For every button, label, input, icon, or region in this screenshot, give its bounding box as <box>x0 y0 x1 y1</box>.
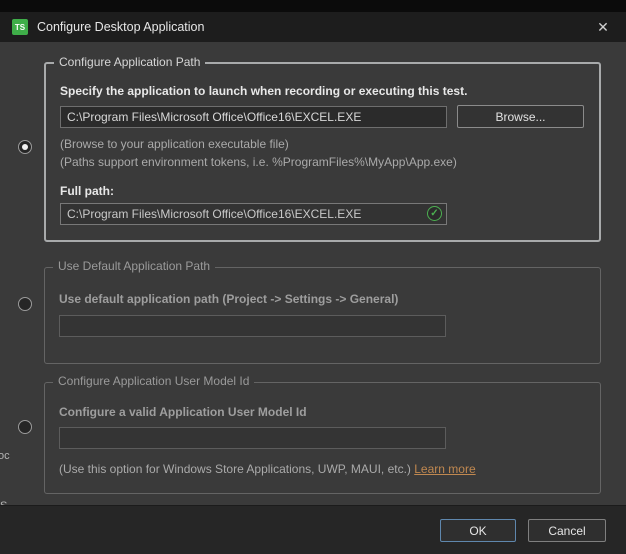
background-text-fragment: oc <box>0 450 10 462</box>
window-top-strip <box>0 0 626 12</box>
radio-configure-application-path[interactable] <box>18 140 32 154</box>
environment-tokens-hint: (Paths support environment tokens, i.e. … <box>60 155 587 169</box>
configure-desktop-application-dialog: TS Configure Desktop Application ✕ oc S … <box>0 0 626 554</box>
radio-use-default-application-path[interactable] <box>18 297 32 311</box>
browse-button[interactable]: Browse... <box>457 105 584 128</box>
windows-store-hint: (Use this option for Windows Store Appli… <box>59 462 414 476</box>
dialog-body: oc S Configure Application Path Specify … <box>0 42 626 505</box>
learn-more-link[interactable]: Learn more <box>414 462 475 476</box>
group-title-use-default-application-path: Use Default Application Path <box>53 259 215 273</box>
group-configure-application-user-model-id: Configure Application User Model Id Conf… <box>44 382 601 494</box>
group-configure-application-path: Configure Application Path Specify the a… <box>44 62 601 242</box>
user-model-id-input[interactable] <box>59 427 446 449</box>
dialog-title: Configure Desktop Application <box>37 20 583 34</box>
group-use-default-application-path: Use Default Application Path Use default… <box>44 267 601 364</box>
group-title-configure-application-user-model-id: Configure Application User Model Id <box>53 374 254 388</box>
user-model-id-instruction: Configure a valid Application User Model… <box>59 405 588 419</box>
full-path-label: Full path: <box>60 184 587 198</box>
full-path-readonly-field <box>60 203 447 225</box>
cancel-button[interactable]: Cancel <box>528 519 606 542</box>
ok-button[interactable]: OK <box>440 519 516 542</box>
dialog-titlebar: TS Configure Desktop Application ✕ <box>0 12 626 42</box>
application-path-input[interactable] <box>60 106 447 128</box>
close-icon[interactable]: ✕ <box>592 16 614 38</box>
valid-check-icon: ✓ <box>427 206 442 221</box>
radio-configure-application-user-model-id[interactable] <box>18 420 32 434</box>
dialog-footer: OK Cancel <box>0 505 626 554</box>
default-path-input[interactable] <box>59 315 446 337</box>
default-path-instruction: Use default application path (Project ->… <box>59 292 588 306</box>
group-title-configure-application-path: Configure Application Path <box>54 55 205 69</box>
application-path-instruction: Specify the application to launch when r… <box>60 84 587 98</box>
browse-hint: (Browse to your application executable f… <box>60 137 587 151</box>
test-studio-app-icon: TS <box>12 19 28 35</box>
